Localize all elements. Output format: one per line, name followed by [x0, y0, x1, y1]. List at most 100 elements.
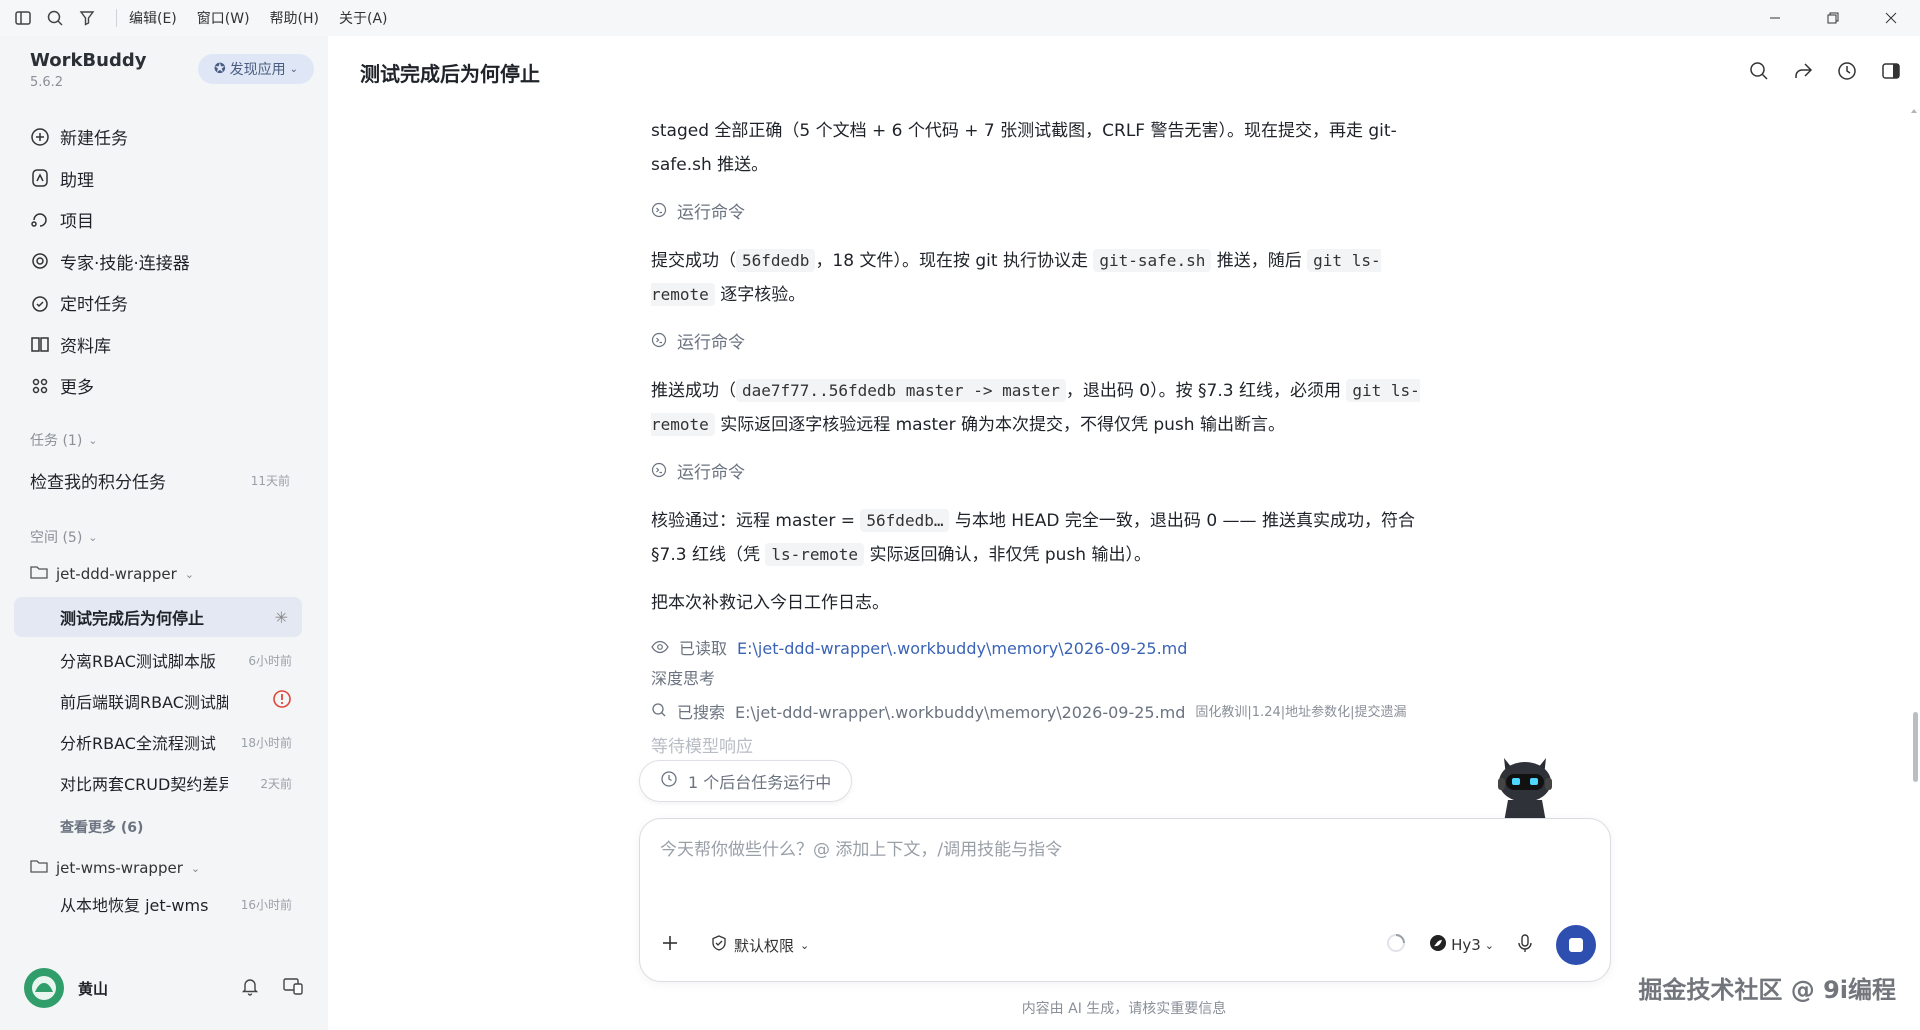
view-more-link[interactable]: 查看更多 (6) [60, 817, 143, 837]
minimize-button[interactable] [1746, 0, 1804, 36]
sidebar-task-item[interactable]: 对比两套CRUD契约差异 2天前 [60, 771, 292, 795]
file-link[interactable]: E:\jet-ddd-wrapper\.workbuddy\memory\202… [737, 634, 1187, 664]
nav-label: 定时任务 [60, 295, 128, 316]
assistant-message: 核验通过：远程 master = 56fdedb… 与本地 HEAD 完全一致，… [651, 504, 1431, 572]
spaces-section-label: 空间 (5) [30, 530, 83, 546]
shield-check-icon [710, 934, 728, 956]
read-label: 已读取 [679, 639, 728, 658]
assistant-message: 推送成功（ dae7f77..56fdedb master -> master ，退… [651, 374, 1431, 442]
nav-assistant[interactable]: 助理 [28, 158, 308, 200]
spaces-section-header[interactable]: 空间 (5) ⌄ [30, 527, 98, 547]
search-step[interactable]: 已搜索 E:\jet-ddd-wrapper\.workbuddy\memory… [651, 698, 1431, 728]
user-bar: 黄山 [24, 966, 304, 1010]
menu-window[interactable]: 窗口(W) [197, 8, 250, 28]
main-panel: 测试完成后为何停止 staged 全部正确（5 个文档 + 6 个代码 + 7 … [328, 36, 1920, 1030]
nav-label: 资料库 [60, 336, 111, 357]
search-icon[interactable] [40, 3, 70, 33]
task-label: 前后端联调RBAC测试脚本 [60, 693, 228, 712]
text-segment: 推送成功（ [651, 381, 736, 401]
alarm-icon [28, 291, 52, 315]
discover-apps-button[interactable]: ✪ 发现应用 ⌄ [198, 54, 314, 84]
text-segment: 逐字核验。 [720, 285, 806, 305]
code-snippet: ls-remote [765, 543, 865, 566]
restore-button[interactable] [1804, 0, 1862, 36]
sidebar-task-item[interactable]: 分离RBAC测试脚本版 6小时前 [60, 648, 292, 672]
history-icon[interactable] [1836, 60, 1858, 87]
message-composer: 今天帮你做些什么？@ 添加上下文，/调用技能与指令 默认权限 ⌄ Hy3 ⌄ [639, 818, 1611, 982]
assistant-icon [28, 166, 52, 190]
clock-icon [660, 770, 678, 792]
panel-toggle-icon[interactable] [1880, 60, 1902, 87]
expert-icon [28, 249, 52, 273]
nav-project[interactable]: 项目 [28, 199, 308, 241]
folder-icon [30, 564, 48, 584]
message-input[interactable]: 今天帮你做些什么？@ 添加上下文，/调用技能与指令 [660, 835, 1062, 860]
discover-label: 发现应用 [229, 62, 286, 78]
sidebar: WorkBuddy 5.6.2 ✪ 发现应用 ⌄ 新建任务 助理 项目 专家·技… [0, 36, 328, 1030]
run-command-label: 运行命令 [677, 203, 745, 223]
chat-transcript: staged 全部正确（5 个文档 + 6 个代码 + 7 张测试截图，CRLF… [651, 116, 1431, 762]
code-snippet: git-safe.sh [1093, 249, 1212, 272]
add-attachment-icon[interactable] [660, 933, 680, 958]
sidebar-task-item[interactable]: 前后端联调RBAC测试脚本 [60, 689, 292, 713]
user-name: 黄山 [78, 979, 109, 998]
tasks-section-label: 任务 (1) [30, 433, 83, 449]
read-file-step[interactable]: 已读取 E:\jet-ddd-wrapper\.workbuddy\memory… [651, 634, 1431, 664]
chevron-down-icon: ⌄ [88, 530, 98, 544]
model-name: Hy3 [1451, 936, 1481, 954]
text-segment: 核验通过：远程 master = [651, 511, 855, 531]
text-segment: ，退出码 0）。按 §7.3 红线，必须用 [1065, 381, 1341, 401]
thinking-step[interactable]: 深度思考 [651, 664, 1431, 694]
nav-new-task[interactable]: 新建任务 [28, 116, 308, 158]
task-item[interactable]: 检查我的积分任务 11天前 [30, 468, 290, 493]
task-label: 对比两套CRUD契约差异 [60, 775, 228, 794]
nav-label: 项目 [60, 212, 94, 233]
scroll-up-icon[interactable] [1909, 106, 1919, 116]
nav-label: 专家·技能·连接器 [60, 253, 190, 274]
menu-about[interactable]: 关于(A) [339, 8, 388, 28]
sidebar-task-item[interactable]: 从本地恢复 jet-wms 16小时前 [60, 892, 292, 916]
chevron-down-icon: ⌄ [289, 63, 299, 75]
book-icon [28, 332, 52, 356]
nav-library[interactable]: 资料库 [28, 324, 308, 366]
nav-experts[interactable]: 专家·技能·连接器 [28, 241, 308, 283]
run-command-step[interactable]: 运行命令 [651, 326, 1431, 360]
filter-icon[interactable] [72, 3, 102, 33]
loading-spinner-icon: ✳ [274, 607, 288, 627]
sidebar-task-item[interactable]: 分析RBAC全流程测试 18小时前 [60, 730, 292, 754]
share-icon[interactable] [1792, 60, 1814, 87]
bell-icon[interactable] [240, 976, 260, 1001]
terminal-icon [651, 456, 667, 490]
chevron-down-icon: ⌄ [800, 938, 810, 952]
error-icon [272, 689, 292, 713]
menu-edit[interactable]: 编辑(E) [129, 8, 177, 28]
workspace-name: jet-wms-wrapper [56, 859, 183, 877]
workspace-jet-wms-wrapper[interactable]: jet-wms-wrapper ⌄ [30, 858, 200, 878]
scroll-thumb[interactable] [1913, 712, 1918, 782]
background-task-pill[interactable]: 1 个后台任务运行中 [639, 760, 853, 802]
stop-generation-button[interactable] [1556, 925, 1596, 965]
sidebar-toggle-icon[interactable] [8, 3, 38, 33]
workspace-jet-ddd-wrapper[interactable]: jet-ddd-wrapper ⌄ [30, 564, 194, 584]
tasks-section-header[interactable]: 任务 (1) ⌄ [30, 430, 98, 450]
avatar[interactable] [24, 968, 64, 1008]
sidebar-item-current-task[interactable]: 测试完成后为何停止 ✳ [14, 597, 302, 637]
close-button[interactable] [1862, 0, 1920, 36]
code-snippet: 56fdedb… [860, 509, 950, 532]
microphone-icon[interactable] [1516, 933, 1534, 958]
menu-help[interactable]: 帮助(H) [270, 8, 319, 28]
run-command-step[interactable]: 运行命令 [651, 456, 1431, 490]
device-icon[interactable] [282, 976, 304, 1001]
nav-more[interactable]: 更多 [28, 365, 308, 407]
nav-scheduled[interactable]: 定时任务 [28, 282, 308, 324]
scrollbar[interactable] [1910, 106, 1920, 786]
assistant-message: 提交成功（ 56fdedb ，18 文件）。现在按 git 执行协议走 git-sa… [651, 244, 1431, 312]
composer-right-tools: Hy3 ⌄ [1385, 925, 1596, 965]
discover-icon: ✪ [213, 61, 226, 77]
permission-dropdown[interactable]: 默认权限 ⌄ [710, 934, 809, 956]
run-command-step[interactable]: 运行命令 [651, 196, 1431, 230]
model-selector[interactable]: Hy3 ⌄ [1429, 934, 1494, 956]
search-icon [651, 698, 667, 728]
chevron-down-icon: ⌄ [190, 861, 201, 875]
search-icon[interactable] [1748, 60, 1770, 87]
